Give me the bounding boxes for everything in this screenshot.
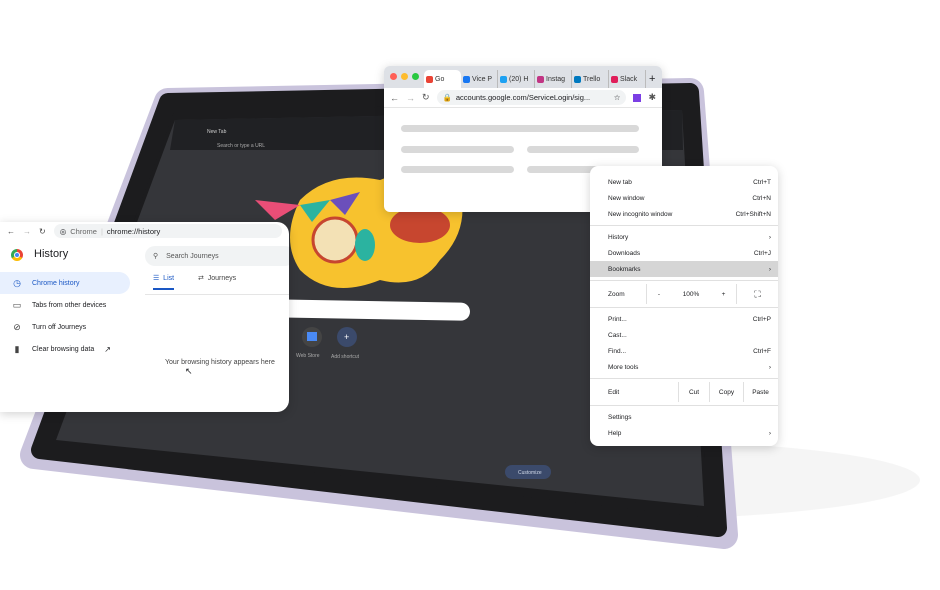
devices-icon: ▭ <box>12 299 22 310</box>
menu-item-bookmarks[interactable]: Bookmarks › <box>590 261 778 277</box>
sidebar-item-chrome-history[interactable]: ◷ Chrome history <box>0 272 130 294</box>
menu-item-downloads[interactable]: Downloads Ctrl+J <box>590 245 778 261</box>
menu-item-cast[interactable]: Cast... <box>590 327 778 343</box>
back-icon[interactable]: ← <box>7 227 15 236</box>
customize-label: Customize <box>518 470 542 476</box>
extensions-puzzle-icon[interactable]: ✱ <box>648 92 656 103</box>
menu-item-print[interactable]: Print... Ctrl+P <box>590 311 778 327</box>
search-journeys-input[interactable]: ⚲ Search Journeys <box>145 246 289 266</box>
menu-item-help[interactable]: Help › <box>590 425 778 441</box>
shortcut-web-store: Web Store <box>296 353 320 359</box>
browser-tab[interactable]: Go <box>424 70 461 88</box>
address-bar[interactable]: 🔒 accounts.google.com/ServiceLogin/sig...… <box>436 90 627 105</box>
browser-tab[interactable]: Vice P <box>461 70 498 88</box>
shortcut-add: Add shortcut <box>331 354 360 360</box>
page-title: History <box>34 248 69 260</box>
tab-journeys[interactable]: ⇄ Journeys <box>198 274 236 282</box>
zoom-label: Zoom <box>608 290 625 298</box>
reload-icon[interactable]: ↻ <box>39 227 46 236</box>
history-window: ← → ↻ ◎ Chrome | chrome://history History ◷ Ch… <box>0 222 289 412</box>
chrome-icon: ◎ <box>59 226 67 236</box>
menu-item-new-incognito[interactable]: New incognito window Ctrl+Shift+N <box>590 206 778 222</box>
star-icon: ☆ <box>613 93 621 102</box>
browser-tab[interactable]: (20) H <box>498 70 535 88</box>
zoom-in-button[interactable]: + <box>711 291 736 298</box>
cursor-icon: ↖ <box>185 366 193 376</box>
tab-list[interactable]: ☰ List <box>153 274 175 290</box>
forward-icon[interactable]: → <box>406 93 415 103</box>
address-bar[interactable]: ◎ Chrome | chrome://history <box>53 224 282 238</box>
back-icon[interactable]: ← <box>390 93 399 103</box>
forward-icon[interactable]: → <box>23 227 31 236</box>
zoom-value: 100% <box>682 290 700 298</box>
tablet-search-box <box>268 299 470 321</box>
fullscreen-icon[interactable]: ⛶ <box>736 284 778 304</box>
browser-tab[interactable]: Instag <box>535 70 572 88</box>
journeys-off-icon: ⊘ <box>13 321 21 332</box>
external-link-icon: ↗ <box>104 344 111 354</box>
tablet-omnibox: Search or type a URL <box>217 143 265 149</box>
browser-tab[interactable]: Trello <box>572 70 609 88</box>
menu-item-find[interactable]: Find... Ctrl+F <box>590 343 778 359</box>
browser-tab[interactable]: Slack <box>609 70 646 88</box>
lock-icon: 🔒 <box>442 93 452 102</box>
menu-item-new-window[interactable]: New window Ctrl+N <box>590 190 778 206</box>
empty-state-text: Your browsing history appears here <box>165 359 275 366</box>
search-icon: ⚲ <box>153 253 159 260</box>
new-tab-button[interactable]: + <box>646 73 658 88</box>
edit-label: Edit <box>608 388 620 396</box>
menu-item-more-tools[interactable]: More tools › <box>590 359 778 375</box>
paste-button[interactable]: Paste <box>743 382 777 402</box>
sidebar-item-tabs-other-devices[interactable]: ▭ Tabs from other devices <box>0 294 130 316</box>
svg-text:+: + <box>344 332 349 342</box>
trash-icon: ▮ <box>14 343 20 354</box>
sidebar-item-clear-browsing-data[interactable]: ▮ Clear browsing data ↗ <box>0 338 130 360</box>
copy-button[interactable]: Copy <box>709 382 743 402</box>
clock-icon: ◷ <box>13 277 21 288</box>
zoom-out-button[interactable]: - <box>646 284 671 304</box>
menu-item-new-tab[interactable]: New tab Ctrl+T <box>590 174 778 190</box>
tablet-tab: New Tab <box>207 129 227 135</box>
menu-item-history[interactable]: History › <box>590 229 778 245</box>
sidebar-item-turn-off-journeys[interactable]: ⊘ Turn off Journeys <box>0 316 130 338</box>
reload-icon[interactable]: ↻ <box>422 92 430 103</box>
chrome-logo-icon <box>11 249 23 261</box>
menu-item-settings[interactable]: Settings <box>590 409 778 425</box>
chrome-menu: New tab Ctrl+T New window Ctrl+N New incog… <box>590 166 778 446</box>
extension-icon <box>633 93 642 102</box>
cut-button[interactable]: Cut <box>678 382 709 402</box>
